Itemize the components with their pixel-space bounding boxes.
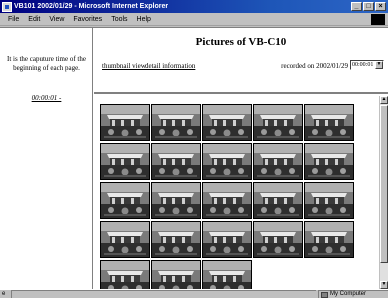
browser-content: It is the caputure time of the beginning… xyxy=(0,27,388,289)
time-select[interactable]: 00:00:01 ▼ xyxy=(350,60,384,70)
window-title: VB101 2002/01/29 - Microsoft Internet Ex… xyxy=(14,3,169,10)
recorded-date-label: recorded on 2002/01/29 xyxy=(281,62,348,70)
menu-file[interactable]: File xyxy=(8,16,19,23)
camera-snapshot-thumbnail[interactable] xyxy=(202,104,252,141)
left-frame: It is the caputure time of the beginning… xyxy=(0,28,93,289)
thumbnail-view-link[interactable]: thumbnail view xyxy=(102,62,146,70)
camera-snapshot-thumbnail[interactable] xyxy=(151,143,201,180)
menu-edit[interactable]: Edit xyxy=(28,16,40,23)
scroll-thumb[interactable] xyxy=(380,105,388,263)
page-icon: e xyxy=(2,290,6,297)
camera-snapshot-thumbnail[interactable] xyxy=(304,221,354,258)
camera-snapshot-thumbnail[interactable] xyxy=(202,182,252,219)
window-titlebar[interactable]: VB101 2002/01/29 - Microsoft Internet Ex… xyxy=(0,0,388,13)
camera-snapshot-thumbnail[interactable] xyxy=(100,182,150,219)
vertical-scrollbar[interactable]: ▲ ▼ xyxy=(379,96,388,289)
camera-snapshot-thumbnail[interactable] xyxy=(100,143,150,180)
camera-snapshot-thumbnail[interactable] xyxy=(304,182,354,219)
menu-bar: File Edit View Favorites Tools Help xyxy=(0,13,388,26)
computer-icon xyxy=(321,291,328,298)
maximize-button[interactable]: □ xyxy=(363,2,374,11)
camera-snapshot-thumbnail[interactable] xyxy=(100,260,150,289)
camera-snapshot-thumbnail[interactable] xyxy=(151,104,201,141)
capture-time-caption: It is the caputure time of the beginning… xyxy=(7,55,86,72)
camera-snapshot-thumbnail[interactable] xyxy=(202,143,252,180)
thumbnail-grid xyxy=(100,104,354,289)
close-button[interactable]: × xyxy=(375,2,386,11)
window-controls: _ □ × xyxy=(351,2,386,11)
camera-snapshot-thumbnail[interactable] xyxy=(151,221,201,258)
minimize-button[interactable]: _ xyxy=(351,2,362,11)
time-select-value: 00:00:01 xyxy=(352,62,374,68)
page-title: Pictures of VB-C10 xyxy=(195,36,287,48)
menu-help[interactable]: Help xyxy=(137,16,151,23)
browser-icon xyxy=(2,1,12,12)
camera-snapshot-thumbnail[interactable] xyxy=(202,221,252,258)
ie-throbber-icon xyxy=(371,13,385,25)
camera-snapshot-thumbnail[interactable] xyxy=(304,143,354,180)
status-bar: e My Computer xyxy=(0,289,388,298)
security-zone: My Computer xyxy=(318,290,388,298)
status-text xyxy=(11,290,316,298)
camera-snapshot-thumbnail[interactable] xyxy=(100,104,150,141)
detail-information-link[interactable]: detail information xyxy=(145,62,195,70)
camera-snapshot-thumbnail[interactable] xyxy=(151,182,201,219)
camera-snapshot-thumbnail[interactable] xyxy=(253,182,303,219)
zone-label: My Computer xyxy=(330,291,367,297)
menu-favorites[interactable]: Favorites xyxy=(73,16,102,23)
chevron-down-icon[interactable]: ▼ xyxy=(375,61,383,69)
camera-snapshot-thumbnail[interactable] xyxy=(151,260,201,289)
camera-snapshot-thumbnail[interactable] xyxy=(304,104,354,141)
camera-snapshot-thumbnail[interactable] xyxy=(253,104,303,141)
capture-time-link[interactable]: 00:00:01 - xyxy=(4,94,89,102)
menu-tools[interactable]: Tools xyxy=(111,16,127,23)
scroll-down-button[interactable]: ▼ xyxy=(380,281,388,289)
header-frame: Pictures of VB-C10 thumbnail view detail… xyxy=(94,28,388,94)
camera-snapshot-thumbnail[interactable] xyxy=(253,221,303,258)
camera-snapshot-thumbnail[interactable] xyxy=(202,260,252,289)
camera-snapshot-thumbnail[interactable] xyxy=(100,221,150,258)
menu-view[interactable]: View xyxy=(49,16,64,23)
scroll-up-button[interactable]: ▲ xyxy=(380,96,388,104)
thumbnail-frame: ▲ ▼ xyxy=(94,96,388,289)
camera-snapshot-thumbnail[interactable] xyxy=(253,143,303,180)
